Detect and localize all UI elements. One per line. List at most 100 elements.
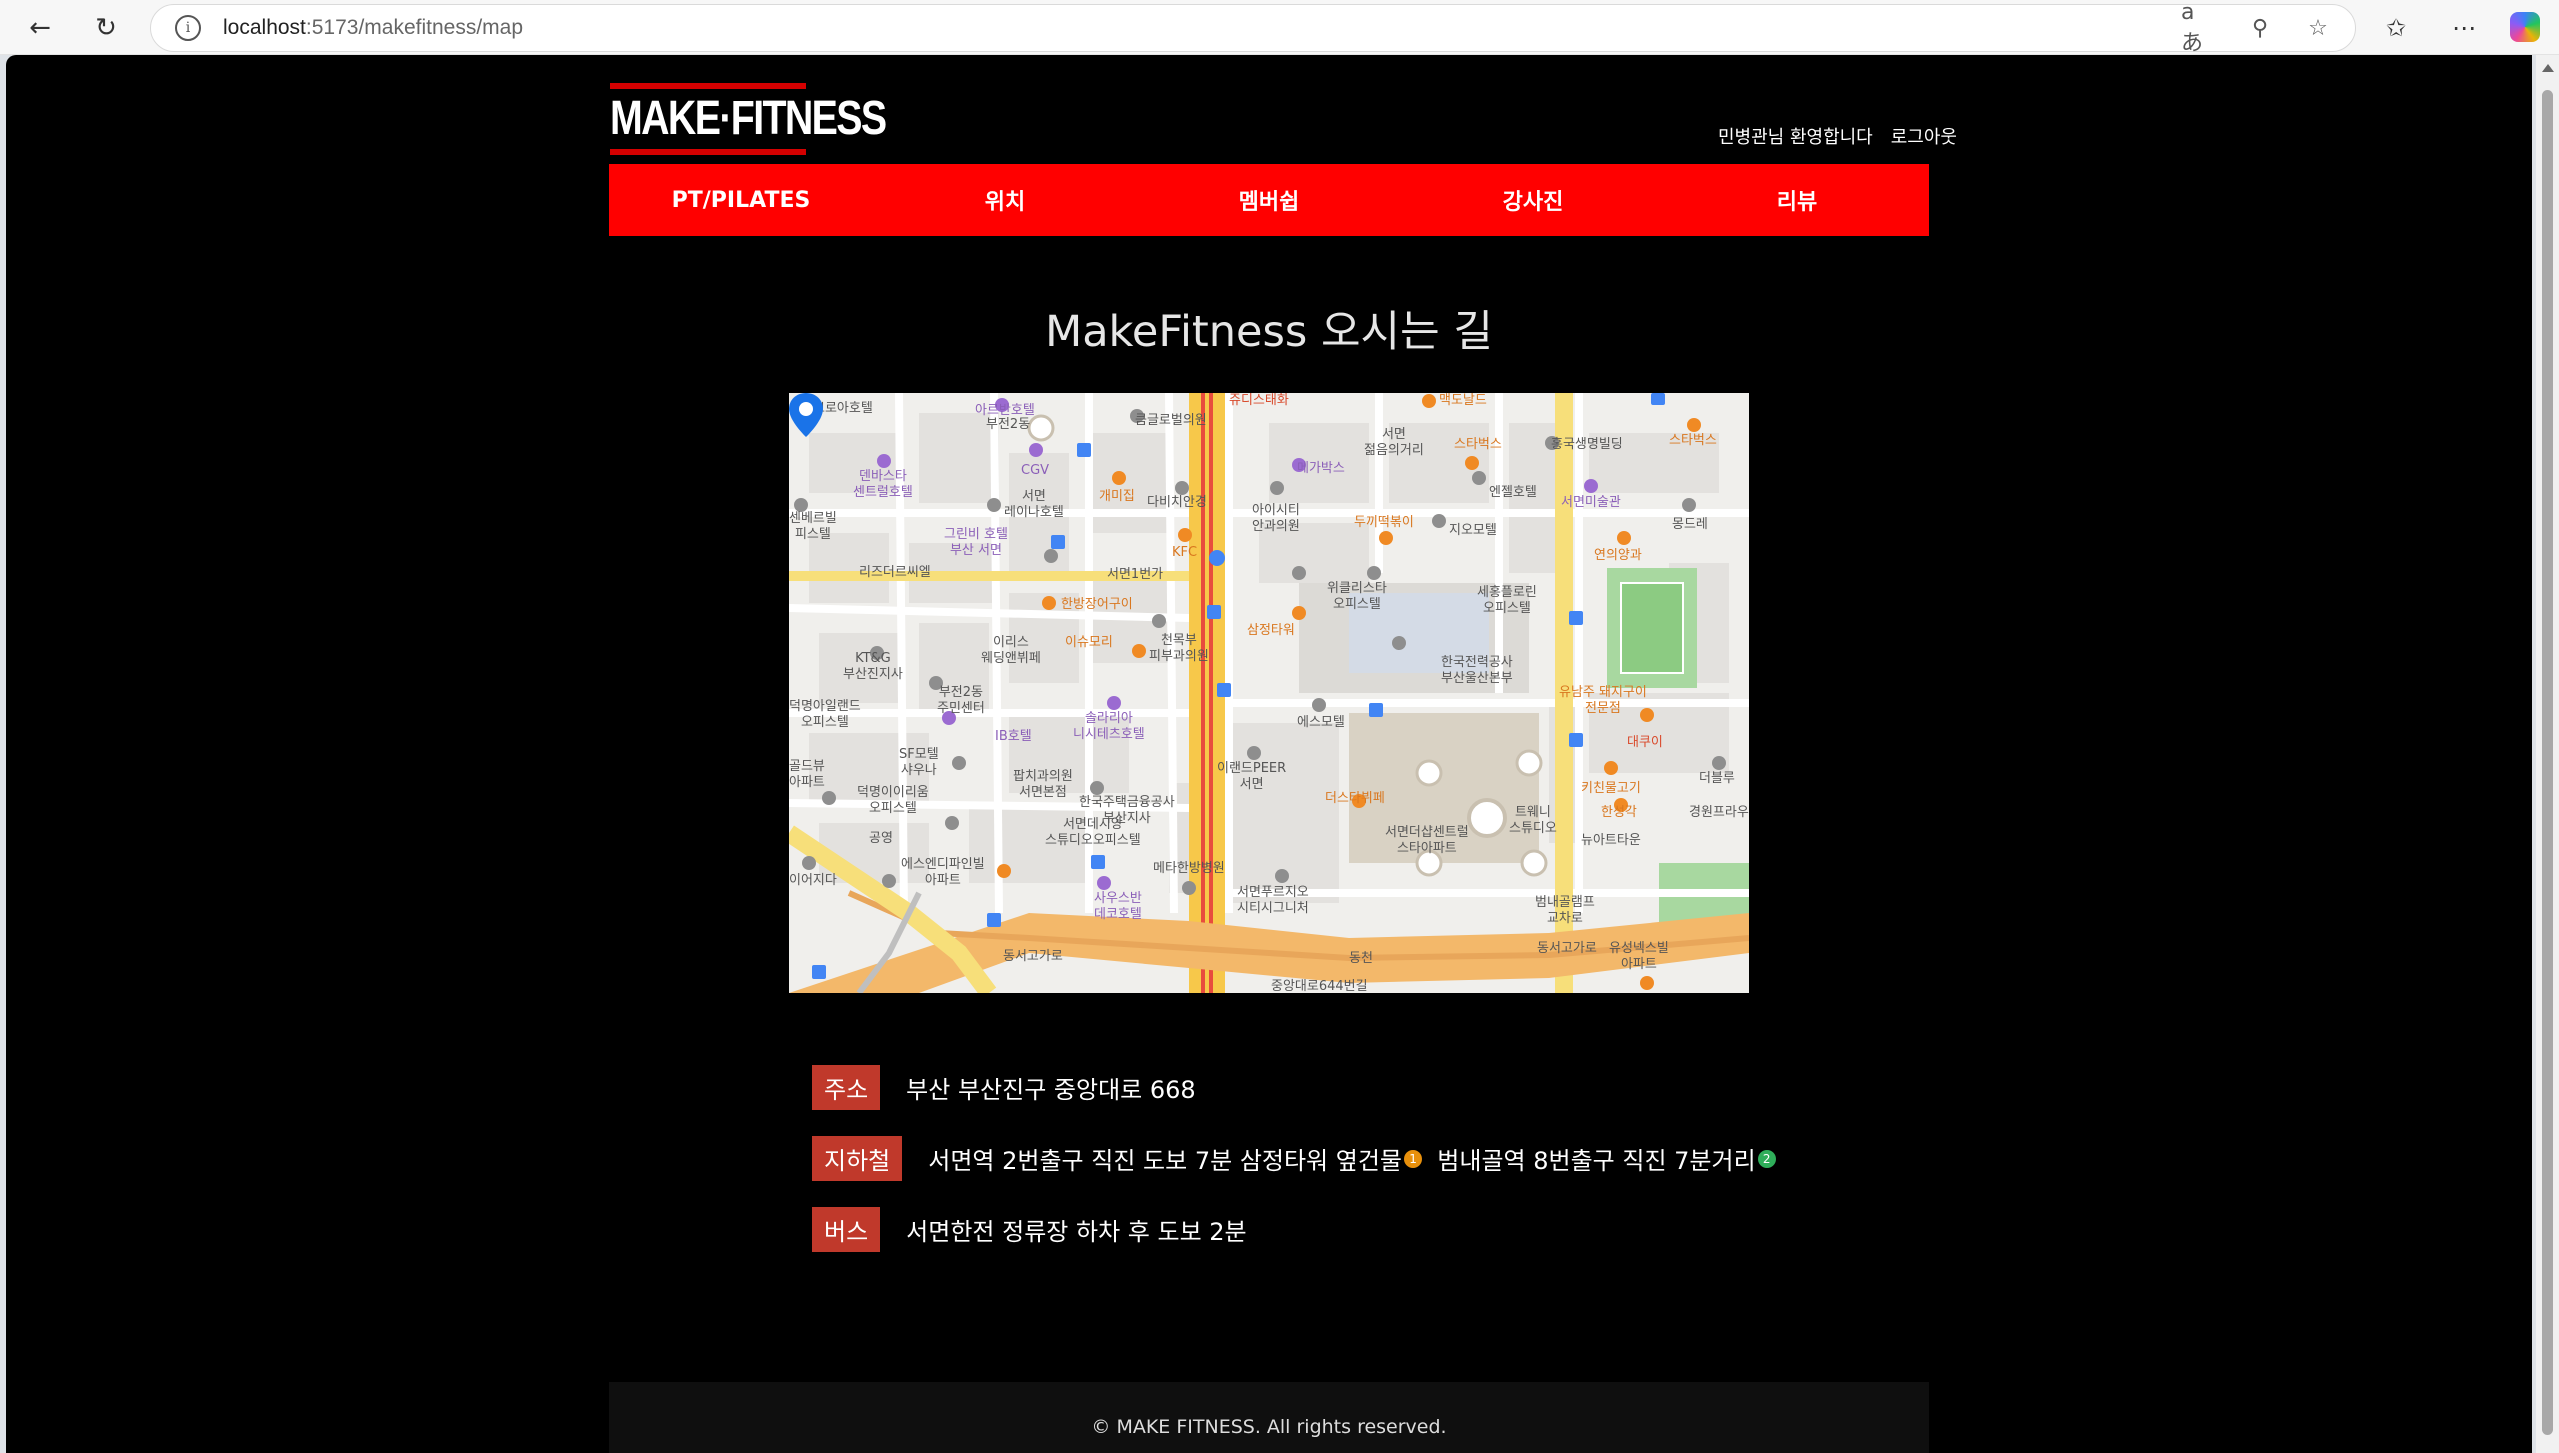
bus-row: 버스 서면한전 정류장 하차 후 도보 2분 — [812, 1207, 1247, 1252]
read-aloud-icon[interactable]: aあ — [2181, 0, 2215, 56]
map-label: 부전2동 — [986, 417, 1031, 432]
map-label: 골드뷰 아파트 — [789, 759, 825, 790]
site-footer: © MAKE FITNESS. All rights reserved. — [609, 1382, 1929, 1453]
map-label: 맥도날드 — [1439, 393, 1487, 408]
map-label: 한국전력공사 부산울산본부 — [1441, 655, 1513, 686]
address-url[interactable]: localhost:5173/makefitness/map — [223, 16, 523, 40]
subway-text-2: 범내골역 8번출구 직진 7분거리 — [1437, 1147, 1756, 1175]
map-label: 덕명이이리움 오피스텔 — [857, 785, 929, 816]
favorites-icon[interactable]: ✩ — [2376, 8, 2416, 48]
map-label: 더스타뷔페 — [1325, 791, 1385, 806]
map-label: 공영 — [869, 831, 893, 846]
map-label: 한방장어구이 — [1061, 597, 1133, 612]
map-label: 리즈더르씨엘 — [859, 565, 931, 580]
address-bar[interactable]: i localhost:5173/makefitness/map aあ ⚲ ☆ — [150, 0, 2356, 56]
map-label: 개미집 — [1099, 489, 1135, 504]
map-label: 중앙대로644번길 — [1271, 979, 1368, 993]
map-label: 뉴아트타운 — [1581, 833, 1641, 848]
map-label: CGV — [1021, 463, 1050, 478]
map-label: 메가박스 — [1297, 461, 1345, 476]
map-label: SF모텔 샤우나 — [899, 747, 939, 778]
map-label: 동서고가로 — [1003, 949, 1063, 964]
location-pin-icon[interactable] — [789, 393, 823, 437]
footer-copyright: © MAKE FITNESS. All rights reserved. — [1091, 1416, 1447, 1438]
map-label: 서면더샵센트럴 스타아파트 — [1385, 825, 1469, 856]
map-label: 에스엔디파인빌 아파트 — [901, 857, 985, 888]
user-area: 민병관님 환영합니다 로그아웃 — [1718, 123, 1957, 149]
map-label: 서면 젊음의거리 — [1364, 427, 1424, 458]
nav-trainers[interactable]: 강사진 — [1401, 164, 1665, 236]
page-title: MakeFitness 오시는 길 — [1045, 307, 1493, 357]
nav-pt-pilates[interactable]: PT/PILATES — [609, 164, 873, 236]
scroll-up-arrow-icon[interactable] — [2542, 64, 2554, 72]
subway-line-2-icon: 2 — [1757, 1150, 1776, 1168]
nav-membership[interactable]: 멤버쉽 — [1137, 164, 1401, 236]
map-label: 범내골램프 교차로 — [1535, 895, 1595, 926]
map-label: 이리스 웨딩앤뷔페 — [981, 635, 1041, 666]
subway-badge: 지하철 — [812, 1136, 903, 1181]
map-label: 팝치과의원 서면본점 — [1013, 769, 1073, 800]
nav-location[interactable]: 위치 — [873, 164, 1137, 236]
page-viewport: MAKE·FITNESS 민병관님 환영합니다 로그아웃 PT/PILATES … — [6, 55, 2532, 1453]
map-label: 트웨니 스튜디오 — [1509, 805, 1557, 836]
map-label: 이랜드PEER 서면 — [1217, 761, 1287, 792]
map-label: 그린비 호텔 부산 서면 — [944, 527, 1008, 558]
map-label: 이슈모리 — [1065, 635, 1113, 650]
map-label: 몽드레 — [1672, 517, 1708, 532]
map-label: 부전2동 주민센터 — [937, 685, 985, 716]
logo-bar-top — [610, 83, 806, 89]
map-label: 스타벅스 — [1669, 433, 1717, 448]
map-label: 서면미술관 — [1561, 495, 1621, 510]
map-label: 동천 — [1349, 951, 1373, 966]
map-label: 홍국생명빌딩 — [1551, 437, 1623, 452]
logo-bar-bottom — [610, 149, 806, 155]
map-label: 사우스반 데코호텔 — [1094, 891, 1142, 922]
subway-text: 서면역 2번출구 직진 도보 7분 삼정타워 옆건물 1 범내골역 8번출구 직진… — [928, 1141, 1776, 1176]
map-label: KT&G 부산진지사 — [843, 651, 903, 682]
map-label: 솔라리아 니시테츠호텔 — [1073, 711, 1145, 742]
more-menu-icon[interactable]: ⋯ — [2444, 8, 2484, 48]
back-icon[interactable]: ← — [20, 8, 60, 48]
zoom-icon[interactable]: ⚲ — [2243, 13, 2277, 43]
map-label: 서면데시앙 스튜디오오피스텔 — [1045, 817, 1141, 848]
map-label: 엔젤호텔 — [1489, 485, 1537, 500]
map-label: 한성각 — [1601, 805, 1637, 820]
copilot-icon[interactable] — [2510, 12, 2540, 42]
map-label: 세홍플로린 오피스텔 — [1477, 585, 1537, 616]
map-label: 덴바스타 센트럴호텔 — [853, 469, 913, 500]
map-label: KFC — [1172, 545, 1198, 560]
map-label: 경원프라우 — [1689, 805, 1749, 820]
subway-text-1: 서면역 2번출구 직진 도보 7분 삼정타워 옆건물 — [928, 1147, 1403, 1175]
map-label: 아이시티 안과의원 — [1252, 503, 1300, 534]
map-label: IB호텔 — [995, 729, 1032, 744]
subway-line-1-icon: 1 — [1404, 1150, 1423, 1168]
map-label: 서면 레이나호텔 — [1004, 489, 1064, 520]
map-label: 키친물고기 — [1581, 781, 1641, 796]
site-logo[interactable]: MAKE·FITNESS — [610, 83, 887, 155]
map-label: 대쿠이 — [1627, 735, 1663, 750]
map-label: 쥬디스태화 — [1229, 393, 1289, 408]
welcome-text: 민병관님 환영합니다 — [1717, 127, 1873, 148]
favorite-star-icon[interactable]: ☆ — [2301, 13, 2335, 43]
map-label: 센베르빌 피스텔 — [789, 511, 837, 542]
map-label: 천목부 피부과의원 — [1149, 633, 1209, 664]
location-map[interactable]: 브로아호텔 아르반호텔 부전2동 큼글로벌의원 쥬디스태화 맥도날드 서면 젊음의… — [789, 393, 1749, 993]
map-label: 에스모텔 — [1297, 715, 1345, 730]
site-info-icon[interactable]: i — [175, 15, 201, 41]
map-label: 동서고가로 — [1537, 941, 1597, 956]
map-label: 연의양과 — [1594, 548, 1642, 563]
address-row: 주소 부산 부산진구 중앙대로 668 — [812, 1065, 1196, 1110]
map-label: 서면1번가 — [1107, 567, 1164, 582]
nav-reviews[interactable]: 리뷰 — [1665, 164, 1929, 236]
bus-badge: 버스 — [812, 1207, 881, 1252]
scroll-thumb[interactable] — [2542, 90, 2553, 1435]
map-label: 스타벅스 — [1454, 437, 1502, 452]
map-label: 메타한방병원 — [1153, 861, 1225, 876]
refresh-icon[interactable]: ↻ — [86, 8, 126, 48]
bus-text: 서면한전 정류장 하차 후 도보 2분 — [906, 1218, 1247, 1246]
map-label: 큼글로벌의원 — [1135, 413, 1207, 428]
map-label: 다비치안경 — [1147, 495, 1207, 510]
logout-link[interactable]: 로그아웃 — [1891, 123, 1957, 149]
address-badge: 주소 — [812, 1065, 881, 1110]
map-label: 덕명아일랜드 오피스텔 — [789, 699, 861, 730]
